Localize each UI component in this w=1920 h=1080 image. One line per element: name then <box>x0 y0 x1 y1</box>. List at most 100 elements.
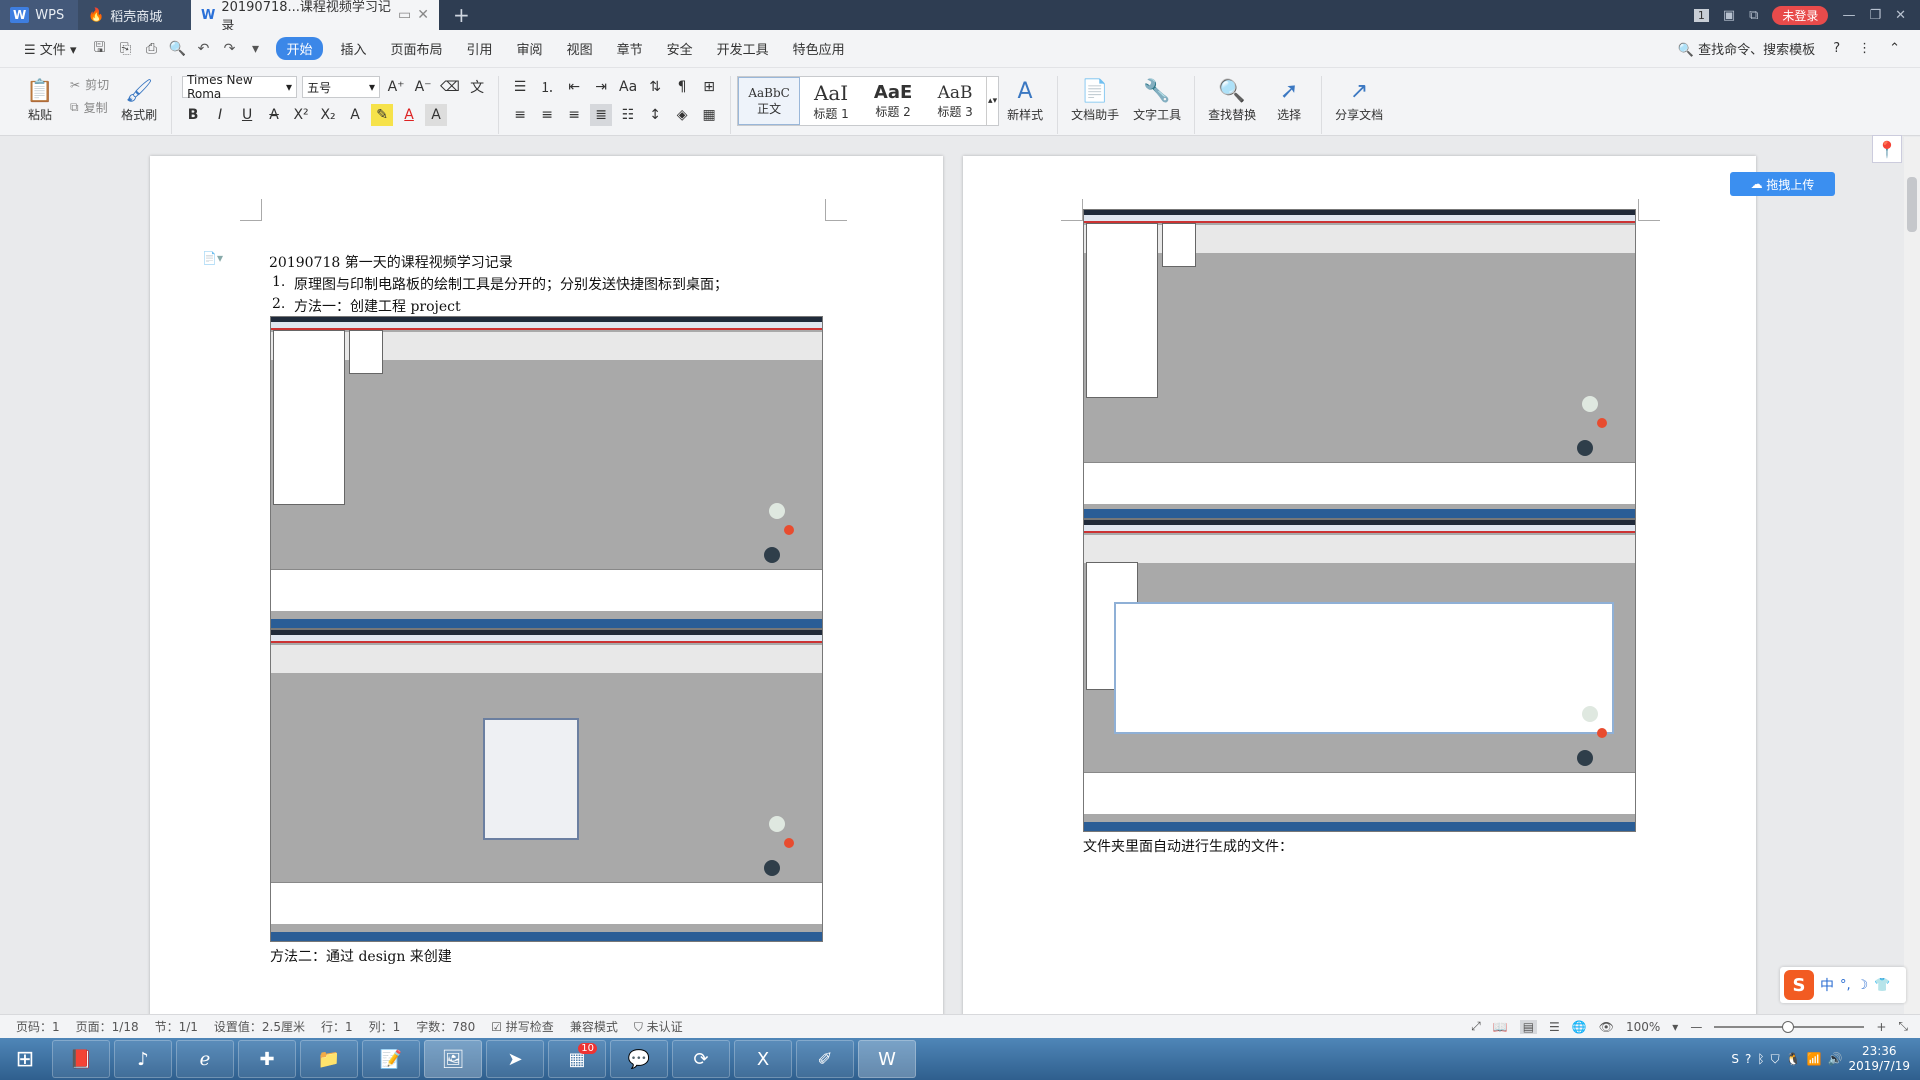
status-section[interactable]: 节：1/1 <box>147 1018 206 1035</box>
distribute-icon[interactable]: ☷ <box>617 104 639 126</box>
show-marks-icon[interactable]: ¶ <box>671 76 693 98</box>
menu-item-chapter[interactable]: 章节 <box>605 39 655 58</box>
ime-language[interactable]: 中 <box>1820 975 1834 995</box>
skin-icon[interactable]: ▣ <box>1723 8 1735 23</box>
scrollbar-thumb[interactable] <box>1907 177 1917 232</box>
char-shading-icon[interactable]: A <box>425 104 448 126</box>
style-heading1[interactable]: AaI 标题 1 <box>800 77 862 125</box>
page-view-icon[interactable]: ▤ <box>1519 1019 1538 1034</box>
menu-item-security[interactable]: 安全 <box>655 39 705 58</box>
document-page-1[interactable]: 📄▾ 20190718 第一天的课程视频学习记录 1. 原理图与印制电路板的绘制… <box>150 156 943 1016</box>
styles-more-icon[interactable]: ▴▾ <box>986 77 998 125</box>
paste-button[interactable]: 📋 粘贴 <box>14 76 66 123</box>
taskbar-editor-icon[interactable]: ✐ <box>796 1040 854 1078</box>
tab-store[interactable]: 🔥 稻壳商城 <box>78 0 191 30</box>
decrease-indent-icon[interactable]: ⇤ <box>563 76 585 98</box>
export-icon[interactable]: ⎘ <box>114 38 136 60</box>
find-replace-button[interactable]: 🔍 查找替换 <box>1201 76 1263 123</box>
taskbar-explorer-icon[interactable]: 📁 <box>300 1040 358 1078</box>
ime-punctuation-icon[interactable]: °, <box>1840 978 1851 993</box>
zoom-dropdown-icon[interactable]: ▾ <box>1672 1020 1678 1034</box>
web-view-icon[interactable]: 🌐 <box>1572 1020 1587 1034</box>
fullscreen-icon[interactable]: ⤢ <box>1471 1019 1481 1034</box>
save-icon[interactable]: 🖫 <box>88 38 110 60</box>
embedded-screenshot-2[interactable] <box>270 629 823 942</box>
tray-qq-icon[interactable]: 🐧 <box>1786 1052 1801 1066</box>
redo-icon[interactable]: ↷ <box>218 38 240 60</box>
taskbar-book-icon[interactable]: 📕 <box>52 1040 110 1078</box>
status-page-code[interactable]: 页码：1 <box>8 1018 68 1035</box>
taskbar-app-icon[interactable]: ♪ <box>114 1040 172 1078</box>
tab-pin-icon[interactable]: ▭ <box>398 7 411 23</box>
new-tab-button[interactable]: + <box>439 0 484 30</box>
start-button[interactable]: ⊞ <box>0 1038 50 1080</box>
bold-icon[interactable]: B <box>182 104 204 126</box>
menu-item-special[interactable]: 特色应用 <box>781 39 857 58</box>
paragraph-nav-icon[interactable]: 📄▾ <box>202 251 223 265</box>
undo-icon[interactable]: ↶ <box>192 38 214 60</box>
spell-check-toggle[interactable]: ☑ 拼写检查 <box>483 1018 562 1035</box>
shading-icon[interactable]: ◈ <box>671 104 693 126</box>
status-row[interactable]: 行：1 <box>313 1018 361 1035</box>
taskbar-refresh-icon[interactable]: ⟳ <box>672 1040 730 1078</box>
method-two-text[interactable]: 方法二：通过 design 来创建 <box>270 946 452 966</box>
copy-button[interactable]: ⧉ 复制 <box>70 99 109 116</box>
style-heading3[interactable]: AaB 标题 3 <box>924 77 986 125</box>
font-color-icon[interactable]: A <box>398 104 420 126</box>
close-tab-icon[interactable]: ✕ <box>417 7 429 23</box>
zoom-out-icon[interactable]: — <box>1690 1020 1702 1034</box>
maximize-icon[interactable]: ❐ <box>1869 8 1881 23</box>
print-icon[interactable]: ⎙ <box>140 38 162 60</box>
share-button[interactable]: ↗ 分享文档 <box>1328 76 1390 123</box>
document-page-2[interactable]: 文件夹里面自动进行生成的文件： <box>963 156 1756 1016</box>
highlight-icon[interactable]: ✎ <box>371 104 394 126</box>
clock[interactable]: 23:36 2019/7/19 <box>1848 1044 1910 1074</box>
zoom-slider[interactable] <box>1714 1020 1865 1033</box>
file-menu[interactable]: ☰ 文件 ▾ <box>12 39 88 58</box>
ime-toolbar[interactable]: S 中 °, ☽ 👕 <box>1780 967 1906 1003</box>
table-insert-icon[interactable]: ⊞ <box>698 76 720 98</box>
status-page[interactable]: 页面：1/18 <box>68 1018 147 1035</box>
ime-shirt-icon[interactable]: 👕 <box>1874 978 1890 993</box>
italic-icon[interactable]: I <box>209 104 231 126</box>
text-effect-icon[interactable]: A <box>344 104 366 126</box>
eye-protect-icon[interactable]: 👁 <box>1599 1020 1614 1034</box>
command-search[interactable]: 🔍 查找命令、搜索模板 <box>1678 39 1815 58</box>
clear-format-icon[interactable]: ⌫ <box>439 76 461 98</box>
list-item-2[interactable]: 方法一：创建工程 project <box>294 296 461 316</box>
increase-indent-icon[interactable]: ⇥ <box>590 76 612 98</box>
taskbar-360-icon[interactable]: ✚ <box>238 1040 296 1078</box>
zoom-value[interactable]: 100% <box>1626 1020 1660 1034</box>
new-style-button[interactable]: A 新样式 <box>999 76 1051 123</box>
status-col[interactable]: 列：1 <box>361 1018 409 1035</box>
tray-network-icon[interactable]: 📶 <box>1807 1052 1822 1066</box>
status-compat[interactable]: 兼容模式 <box>562 1018 626 1035</box>
read-mode-icon[interactable]: 📖 <box>1493 1020 1508 1034</box>
drag-upload-button[interactable]: ☁ 拖拽上传 <box>1730 172 1835 196</box>
vertical-scrollbar[interactable] <box>1904 137 1920 1014</box>
customize-icon[interactable]: ▾ <box>244 38 266 60</box>
location-icon[interactable]: 📍 <box>1872 135 1902 163</box>
doc-assistant-button[interactable]: 📄 文档助手 <box>1064 76 1126 123</box>
restore-icon[interactable]: ⧉ <box>1749 8 1758 23</box>
phonetic-icon[interactable]: 文 <box>466 76 488 98</box>
help-icon[interactable]: ? <box>1833 41 1840 56</box>
tray-help-icon[interactable]: ? <box>1745 1052 1751 1066</box>
style-heading2[interactable]: AaE 标题 2 <box>862 77 924 125</box>
tray-shield-icon[interactable]: ⛉ <box>1771 1052 1780 1067</box>
menu-item-start[interactable]: 开始 <box>276 37 323 60</box>
sort-icon[interactable]: ⇅ <box>644 76 666 98</box>
status-setting[interactable]: 设置值：2.5厘米 <box>206 1018 313 1035</box>
close-window-icon[interactable]: ✕ <box>1895 8 1906 23</box>
fit-page-icon[interactable]: ⤡ <box>1898 1019 1908 1034</box>
tray-volume-icon[interactable]: 🔊 <box>1828 1052 1843 1066</box>
justify-icon[interactable]: ≣ <box>590 104 613 126</box>
generated-files-caption[interactable]: 文件夹里面自动进行生成的文件： <box>1083 836 1293 856</box>
collapse-ribbon-icon[interactable]: ⌃ <box>1889 41 1900 56</box>
font-size-select[interactable]: 五号 ▾ <box>302 76 381 98</box>
certification-status[interactable]: ⛉ 未认证 <box>626 1018 691 1035</box>
cut-button[interactable]: ✂ 剪切 <box>70 76 109 93</box>
shrink-font-icon[interactable]: A⁻ <box>412 76 434 98</box>
align-left-icon[interactable]: ≡ <box>509 104 531 126</box>
print-preview-icon[interactable]: 🔍 <box>166 38 188 60</box>
